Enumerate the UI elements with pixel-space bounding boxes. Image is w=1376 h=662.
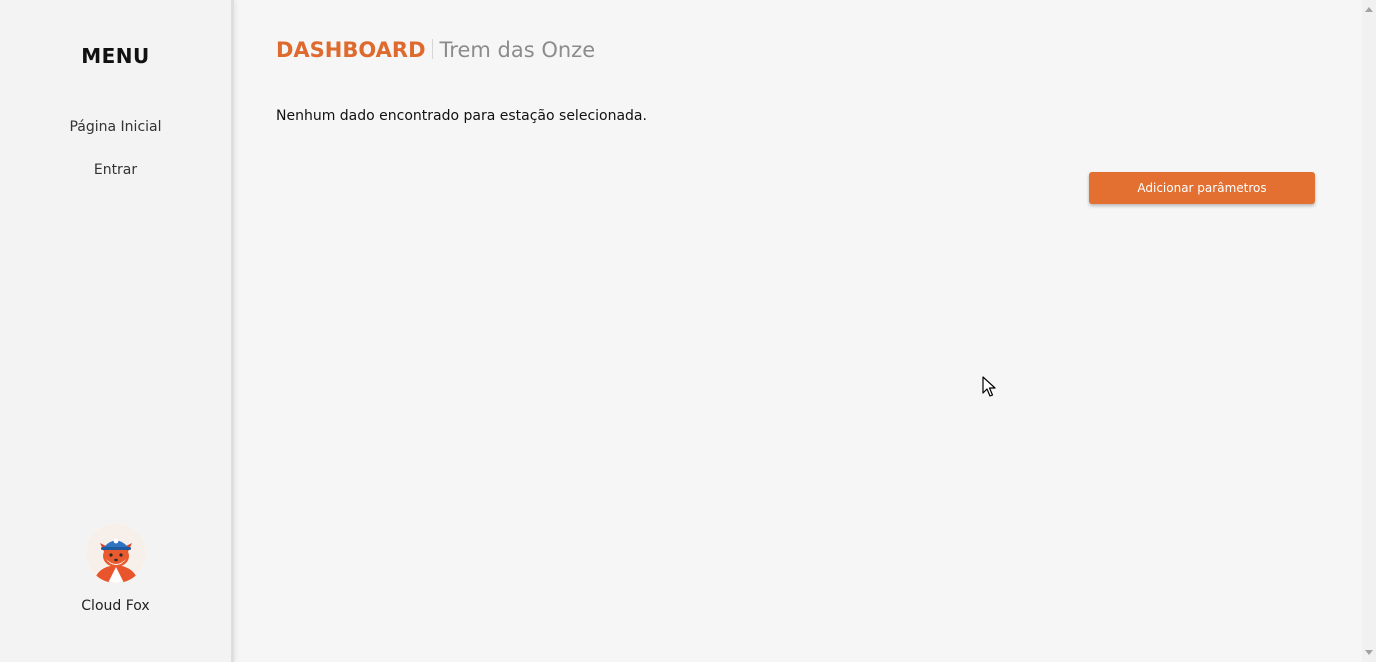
app-window: MENU Página Inicial Entrar Cloud Fox DAS… <box>0 0 1376 662</box>
empty-state-message: Nenhum dado encontrado para estação sele… <box>276 108 647 124</box>
vertical-scrollbar[interactable] <box>1362 0 1376 662</box>
page-subtitle: Trem das Onze <box>439 38 596 62</box>
avatar <box>86 523 146 583</box>
scroll-down-icon[interactable] <box>1365 650 1373 655</box>
sidebar: MENU Página Inicial Entrar Cloud Fox <box>0 0 234 662</box>
fox-mascot-icon <box>86 523 146 583</box>
menu-title: MENU <box>81 44 150 68</box>
scroll-up-icon[interactable] <box>1365 7 1373 12</box>
page-title: DASHBOARD <box>276 38 426 62</box>
mouse-pointer-icon <box>982 376 996 397</box>
page-header: DASHBOARD Trem das Onze <box>276 38 595 62</box>
sidebar-item-login[interactable]: Entrar <box>0 162 231 178</box>
sidebar-item-home[interactable]: Página Inicial <box>0 119 231 135</box>
main-content: DASHBOARD Trem das Onze Nenhum dado encon… <box>234 0 1362 662</box>
add-parameters-button[interactable]: Adicionar parâmetros <box>1089 172 1315 204</box>
profile-name: Cloud Fox <box>81 598 150 614</box>
header-divider <box>431 39 433 59</box>
